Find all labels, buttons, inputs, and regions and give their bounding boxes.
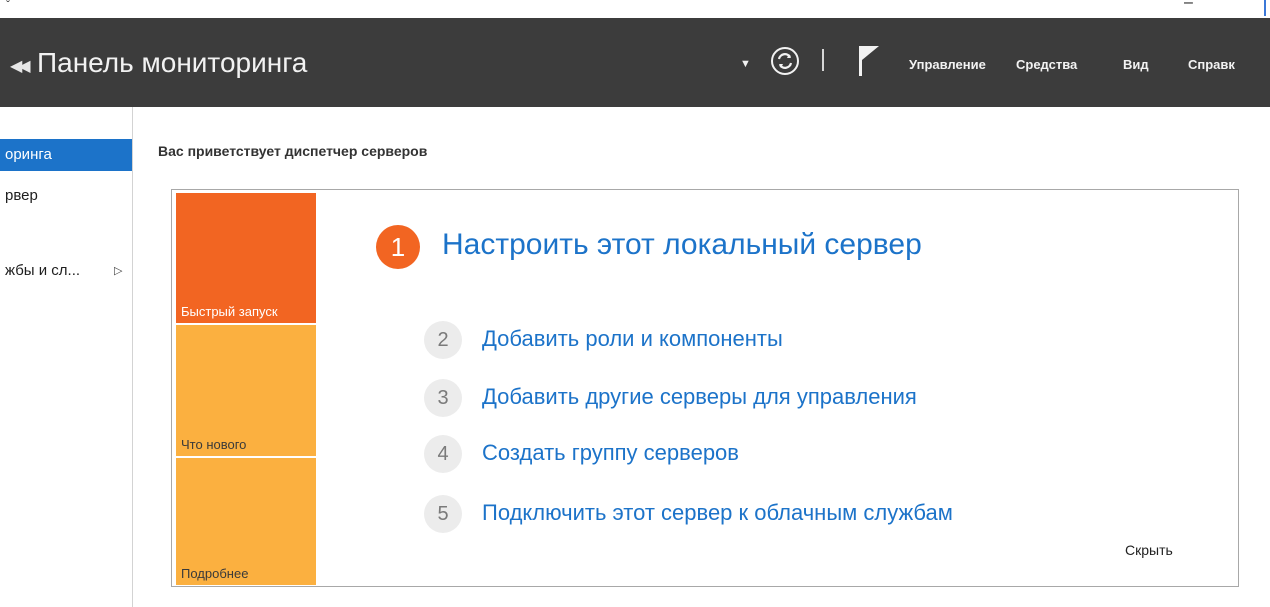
add-servers-link[interactable]: Добавить другие серверы для управления: [482, 384, 917, 410]
flag-icon[interactable]: [857, 44, 881, 78]
step-create-group: 4 Создать группу серверов: [424, 435, 1124, 475]
tile-label: Подробнее: [181, 566, 249, 581]
step-number-badge: 3: [424, 379, 462, 417]
tile-label: Быстрый запуск: [181, 304, 278, 319]
sidebar-item-label: оринга: [5, 146, 52, 163]
tile-quick-start[interactable]: Быстрый запуск: [176, 193, 316, 323]
submenu-arrow-icon: ▷: [114, 265, 123, 277]
configure-local-server-link[interactable]: Настроить этот локальный сервер: [442, 228, 922, 262]
page-title: Панель мониторинга: [37, 47, 308, 78]
hide-link[interactable]: Скрыть: [1125, 542, 1173, 558]
menu-tools[interactable]: Средства: [1016, 57, 1077, 72]
sidebar-item-file-services[interactable]: жбы и сл... ▷: [0, 255, 132, 287]
step-number-badge: 5: [424, 495, 462, 533]
step-connect-cloud: 5 Подключить этот сервер к облачным служ…: [424, 495, 1124, 535]
tile-whats-new[interactable]: Что нового: [176, 325, 316, 456]
sidebar-item-local-server[interactable]: рвер: [0, 180, 132, 212]
add-roles-link[interactable]: Добавить роли и компоненты: [482, 326, 783, 352]
tile-learn-more[interactable]: Подробнее: [176, 458, 316, 585]
sidebar-item-dashboard[interactable]: оринга: [0, 139, 132, 171]
dropdown-arrow-icon[interactable]: ▼: [740, 58, 751, 70]
header-bar: ◀◀ Панель мониторинга ▼ Управление Средс…: [0, 18, 1270, 107]
step-number-badge: 1: [376, 225, 420, 269]
window-top-strip: ˇ –: [0, 0, 1270, 18]
tile-label: Что нового: [181, 437, 247, 452]
create-server-group-link[interactable]: Создать группу серверов: [482, 440, 739, 466]
sidebar-item-label: рвер: [5, 187, 38, 204]
step-add-servers: 3 Добавить другие серверы для управления: [424, 379, 1124, 419]
window-edge-mark: [1264, 0, 1266, 16]
step-number-badge: 2: [424, 321, 462, 359]
minimize-icon[interactable]: –: [1184, 0, 1193, 12]
menu-help[interactable]: Справк: [1188, 57, 1235, 72]
window-corner-icon: ˇ: [6, 0, 10, 12]
welcome-heading: Вас приветствует диспетчер серверов: [158, 143, 428, 159]
step-number-badge: 4: [424, 435, 462, 473]
menu-manage[interactable]: Управление: [909, 57, 986, 72]
step-add-roles: 2 Добавить роли и компоненты: [424, 321, 1124, 361]
connect-cloud-link[interactable]: Подключить этот сервер к облачным служба…: [482, 500, 953, 526]
sidebar: оринга рвер жбы и сл... ▷: [0, 107, 133, 607]
menu-view[interactable]: Вид: [1123, 57, 1149, 72]
refresh-icon[interactable]: [770, 46, 800, 76]
sidebar-item-label: жбы и сл...: [5, 262, 81, 279]
back-arrows-icon[interactable]: ◀◀: [10, 56, 31, 76]
quickstart-panel: Быстрый запуск Что нового Подробнее 1 На…: [171, 189, 1239, 587]
toolbar-separator: [822, 49, 824, 71]
